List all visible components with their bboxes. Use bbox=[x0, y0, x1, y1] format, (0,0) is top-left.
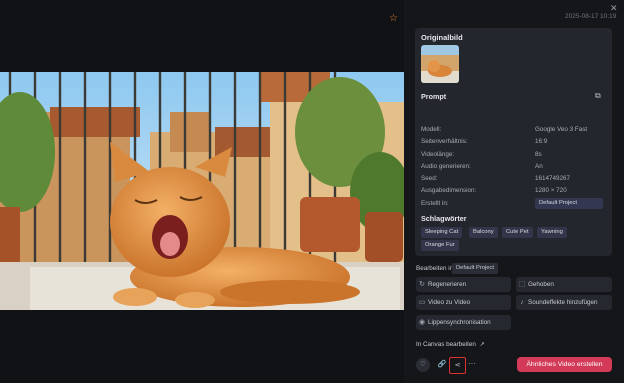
tag-chip[interactable]: Cute Pet bbox=[502, 227, 533, 238]
thumbnail-illustration bbox=[421, 45, 459, 83]
video-icon: ▭ bbox=[418, 299, 426, 306]
music-icon: ♪ bbox=[520, 299, 524, 306]
meta-label-model: Modell: bbox=[421, 126, 442, 133]
canvas-edit-link[interactable]: In Canvas bearbeiten ↗ bbox=[416, 341, 485, 348]
meta-value-audio: An bbox=[535, 163, 543, 170]
video-to-video-label: Video zu Video bbox=[428, 299, 471, 306]
tag-chip[interactable]: Orange Fur bbox=[421, 240, 459, 251]
lip-sync-button[interactable]: ◉ Lippensynchronisation bbox=[416, 315, 511, 330]
tags-title: Schlagwörter bbox=[421, 214, 467, 223]
meta-value-aspect: 16:9 bbox=[535, 138, 548, 145]
more-options-icon[interactable]: ··· bbox=[468, 359, 476, 368]
original-image-title: Originalbild bbox=[421, 33, 463, 42]
meta-value-model: Google Veo 3 Fast bbox=[535, 126, 588, 133]
prompt-label: Prompt bbox=[421, 92, 447, 101]
regenerate-button[interactable]: ↻ Regenerieren bbox=[416, 277, 511, 292]
tag-chip[interactable]: Sleeping Cat bbox=[421, 227, 463, 238]
video-viewer: ☆ bbox=[0, 0, 404, 383]
original-image-thumbnail[interactable] bbox=[421, 45, 459, 83]
meta-value-project-chip[interactable]: Default Project bbox=[535, 198, 603, 209]
meta-label-created-in: Erstellt in: bbox=[421, 200, 449, 207]
meta-label-seed: Seed: bbox=[421, 175, 438, 182]
preview-scene-illustration bbox=[0, 72, 404, 310]
upscale-label: Gehoben bbox=[528, 281, 554, 288]
like-heart-icon[interactable]: ♡ bbox=[416, 358, 430, 372]
tag-chip[interactable]: Balcony bbox=[469, 227, 498, 238]
external-link-icon: ↗ bbox=[479, 342, 485, 348]
meta-label-length: Videolänge: bbox=[421, 151, 455, 158]
tag-chip[interactable]: Yawning bbox=[537, 227, 567, 238]
meta-value-length: 8s bbox=[535, 151, 542, 158]
video-preview[interactable] bbox=[0, 72, 404, 310]
upscale-button[interactable]: ⬚ Gehoben bbox=[516, 277, 612, 292]
sound-effects-label: Soundeffekte hinzufügen bbox=[528, 299, 598, 306]
sound-effects-button[interactable]: ♪ Soundeffekte hinzufügen bbox=[516, 295, 612, 310]
edit-in-label: Bearbeiten in bbox=[416, 265, 454, 272]
meta-label-dimension: Ausgabedimension: bbox=[421, 187, 477, 194]
copy-icon[interactable]: ⧉ bbox=[595, 91, 604, 100]
link-icon[interactable]: 🔗 bbox=[435, 358, 449, 372]
meta-value-seed: 1614749267 bbox=[535, 175, 571, 182]
lips-icon: ◉ bbox=[418, 319, 426, 326]
video-to-video-button[interactable]: ▭ Video zu Video bbox=[416, 295, 511, 310]
timestamp: 2025-08-17 10:19 bbox=[565, 13, 617, 20]
share-icon[interactable]: ⋖ bbox=[449, 357, 466, 374]
favorite-star-icon[interactable]: ☆ bbox=[389, 14, 399, 24]
meta-value-dimension: 1280 × 720 bbox=[535, 187, 567, 194]
upscale-icon: ⬚ bbox=[518, 281, 526, 288]
meta-label-audio: Audio generieren: bbox=[421, 163, 471, 170]
edit-project-chip[interactable]: Default Project bbox=[452, 263, 499, 274]
refresh-icon: ↻ bbox=[419, 281, 425, 288]
canvas-edit-label: In Canvas bearbeiten bbox=[416, 341, 476, 348]
create-similar-video-button[interactable]: Ähnliches Video erstellen bbox=[517, 357, 612, 372]
meta-label-aspect: Seitenverhältnis: bbox=[421, 138, 468, 145]
lip-sync-label: Lippensynchronisation bbox=[428, 319, 491, 326]
regenerate-label: Regenerieren bbox=[428, 281, 467, 288]
